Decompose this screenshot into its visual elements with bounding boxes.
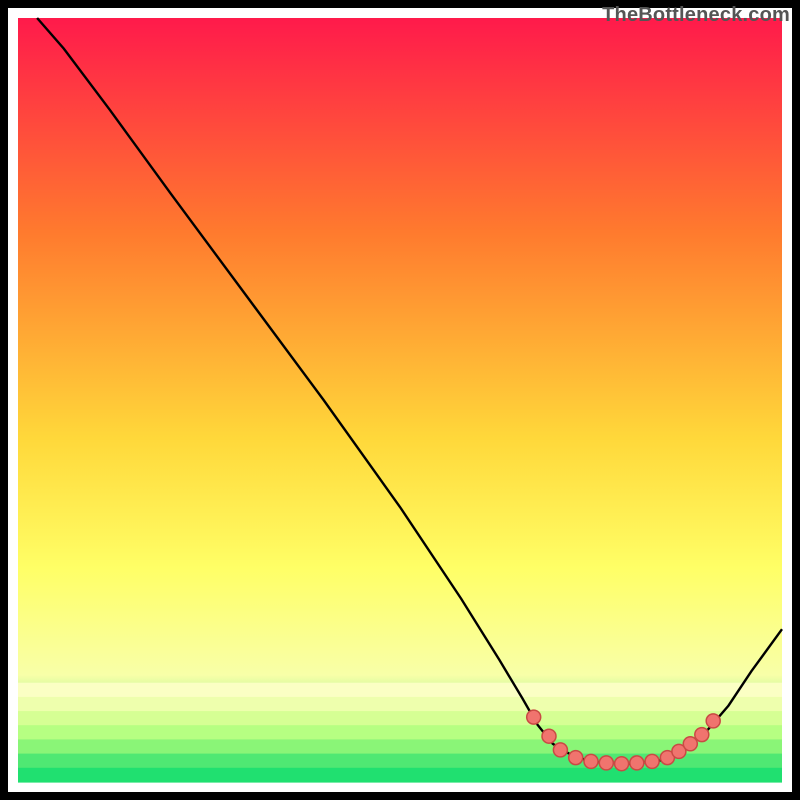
valley-dot: [695, 728, 709, 742]
valley-dot: [542, 729, 556, 743]
valley-dot: [683, 737, 697, 751]
band-strip: [18, 768, 782, 783]
band-strip: [18, 711, 782, 726]
valley-dot: [569, 751, 583, 765]
valley-dot: [630, 756, 644, 770]
plot-background: [18, 18, 782, 782]
valley-dot: [645, 754, 659, 768]
valley-dot: [553, 743, 567, 757]
valley-dot: [599, 756, 613, 770]
band-strip: [18, 697, 782, 712]
watermark-text: TheBottleneck.com: [602, 4, 790, 27]
valley-dot: [527, 710, 541, 724]
green-bands: [18, 683, 782, 783]
valley-dot: [706, 714, 720, 728]
valley-dot: [584, 754, 598, 768]
chart-container: TheBottleneck.com: [0, 0, 800, 800]
band-strip: [18, 683, 782, 698]
chart-svg: [0, 0, 800, 800]
band-strip: [18, 725, 782, 740]
valley-dot: [615, 757, 629, 771]
